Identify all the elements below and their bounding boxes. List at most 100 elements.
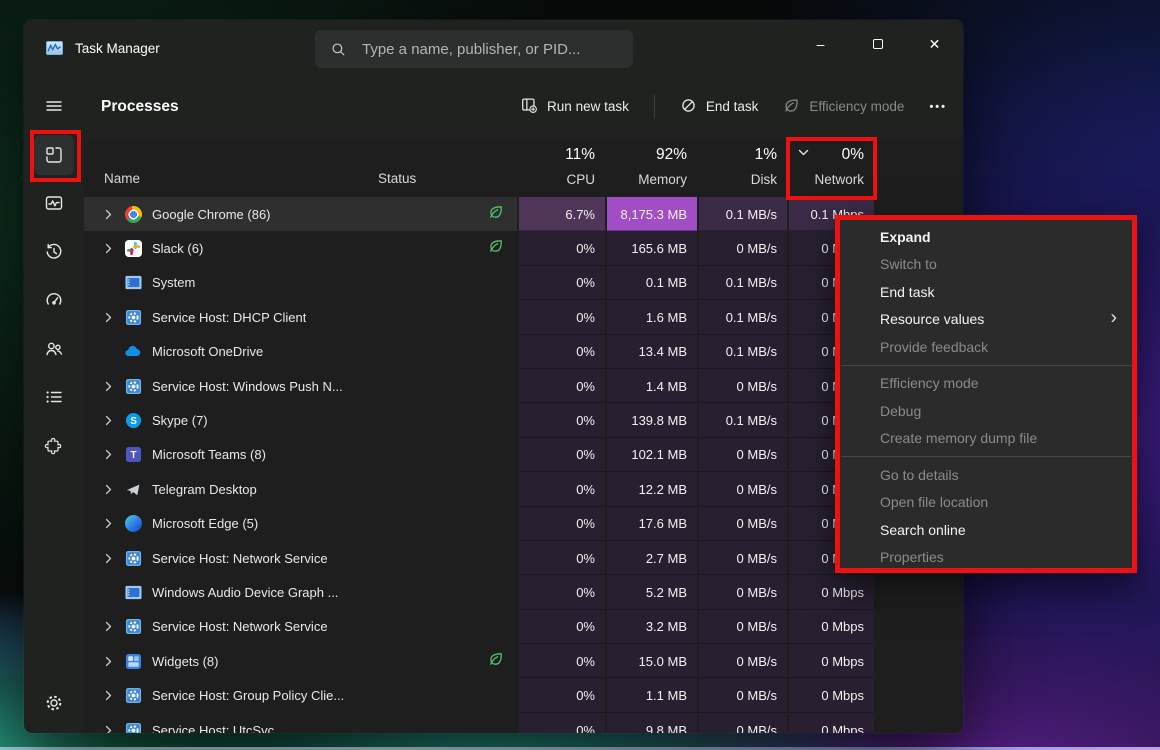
cpu-cell: 0%	[519, 575, 605, 609]
expand-chevron-icon[interactable]	[102, 621, 115, 632]
expand-chevron-icon[interactable]	[102, 381, 115, 392]
table-row[interactable]: TMicrosoft Teams (8)0%102.1 MB0 MB/s0 Mb…	[84, 438, 963, 472]
search-box[interactable]	[315, 30, 633, 68]
sidebar-item-performance[interactable]	[24, 179, 84, 228]
more-options-button[interactable]: •••	[929, 101, 947, 113]
expand-chevron-icon[interactable]	[102, 690, 115, 701]
sidebar-item-users[interactable]	[24, 325, 84, 374]
run-new-task-label: Run new task	[547, 99, 629, 114]
process-name-cell: Telegram Desktop	[84, 472, 370, 506]
close-button[interactable]: ✕	[906, 20, 963, 68]
sidebar-item-settings[interactable]	[24, 681, 84, 729]
disk-cell: 0 MB/s	[699, 610, 787, 644]
menu-separator	[841, 365, 1131, 366]
menu-item-end-task[interactable]: End task	[840, 278, 1132, 306]
cpu-cell: 0%	[519, 266, 605, 300]
memory-cell: 165.6 MB	[607, 231, 697, 265]
expand-chevron-icon[interactable]	[102, 449, 115, 460]
table-row[interactable]: Service Host: Network Service0%3.2 MB0 M…	[84, 610, 963, 644]
svchost-app-icon	[124, 377, 142, 395]
expand-chevron-icon[interactable]	[102, 209, 115, 220]
search-input[interactable]	[362, 41, 621, 58]
table-row[interactable]: SSkype (7)0%139.8 MB0.1 MB/s0 Mbps	[84, 403, 963, 437]
process-name-cell: Google Chrome (86)	[84, 197, 370, 231]
teams-app-icon: T	[124, 446, 142, 464]
menu-item-label: Expand	[880, 229, 931, 245]
maximize-button[interactable]	[849, 20, 906, 68]
table-row[interactable]: Google Chrome (86)6.7%8,175.3 MB0.1 MB/s…	[84, 197, 963, 231]
table-row[interactable]: Service Host: Windows Push N...0%1.4 MB0…	[84, 369, 963, 403]
expand-chevron-icon[interactable]	[102, 656, 115, 667]
menu-item-expand[interactable]: Expand	[840, 223, 1132, 251]
expand-chevron-icon[interactable]	[102, 484, 115, 495]
efficiency-leaf-icon	[488, 238, 504, 259]
window-title: Task Manager	[75, 20, 160, 76]
disk-cell: 0 MB/s	[699, 369, 787, 403]
table-row[interactable]: Telegram Desktop0%12.2 MB0 MB/s0 Mbps	[84, 472, 963, 506]
expand-chevron-icon[interactable]	[102, 553, 115, 564]
cpu-cell: 0%	[519, 713, 605, 733]
table-row[interactable]: Windows Audio Device Graph ...0%5.2 MB0 …	[84, 575, 963, 609]
table-row[interactable]: Service Host: DHCP Client0%1.6 MB0.1 MB/…	[84, 300, 963, 334]
table-row[interactable]: System0%0.1 MB0.1 MB/s0 Mbps	[84, 266, 963, 300]
expand-chevron-icon[interactable]	[102, 312, 115, 323]
run-new-task-button[interactable]: Run new task	[520, 96, 629, 117]
cpu-cell: 0%	[519, 541, 605, 575]
menu-item-label: Search online	[880, 522, 966, 538]
menu-item-go-to-details: Go to details	[840, 461, 1132, 489]
details-icon	[34, 377, 74, 417]
expand-chevron-icon[interactable]	[102, 518, 115, 529]
disk-cell: 0.1 MB/s	[699, 335, 787, 369]
table-row[interactable]: Microsoft OneDrive0%13.4 MB0.1 MB/s0 Mbp…	[84, 335, 963, 369]
minimize-button[interactable]: –	[792, 20, 849, 68]
sidebar-item-menu[interactable]	[24, 82, 84, 131]
disk-cell: 0 MB/s	[699, 678, 787, 712]
memory-cell: 13.4 MB	[607, 335, 697, 369]
table-row[interactable]: Slack (6)0%165.6 MB0 MB/s0 Mbps	[84, 231, 963, 265]
process-name: System	[152, 275, 195, 290]
toolbar-divider	[654, 95, 655, 119]
column-header-disk[interactable]: 1%Disk	[699, 137, 787, 197]
expand-chevron-icon[interactable]	[102, 415, 115, 426]
status-cell	[370, 335, 517, 369]
edge-app-icon	[124, 515, 142, 533]
menu-item-resource-values[interactable]: Resource values›	[840, 306, 1132, 334]
column-header-name[interactable]: Name	[84, 137, 370, 197]
disk-cell: 0.1 MB/s	[699, 403, 787, 437]
sidebar-item-startup-apps[interactable]	[24, 276, 84, 325]
process-name-cell: Windows Audio Device Graph ...	[84, 575, 370, 609]
column-header-cpu[interactable]: 11%CPU	[519, 137, 605, 197]
menu-item-search-online[interactable]: Search online	[840, 516, 1132, 544]
disk-column-label: Disk	[751, 172, 777, 187]
expand-chevron-icon[interactable]	[102, 725, 115, 733]
sidebar-item-details[interactable]	[24, 373, 84, 422]
expand-chevron-icon[interactable]	[102, 243, 115, 254]
column-header-status[interactable]: Status	[370, 137, 517, 197]
status-cell	[370, 231, 517, 265]
svchost-app-icon	[124, 549, 142, 567]
table-row[interactable]: Service Host: UtcSvc0%9.8 MB0 MB/s0 Mbps	[84, 713, 963, 733]
cpu-cell: 0%	[519, 335, 605, 369]
menu-item-efficiency-mode: Efficiency mode	[840, 370, 1132, 398]
svg-text:T: T	[130, 451, 136, 462]
table-row[interactable]: Widgets (8)0%15.0 MB0 MB/s0 Mbps	[84, 644, 963, 678]
end-task-button[interactable]: End task	[680, 97, 759, 117]
column-header-network[interactable]: 0%Network	[789, 137, 874, 197]
table-row[interactable]: Service Host: Network Service0%2.7 MB0 M…	[84, 541, 963, 575]
sidebar-item-processes[interactable]	[24, 131, 84, 180]
status-cell	[370, 369, 517, 403]
memory-cell: 17.6 MB	[607, 507, 697, 541]
process-name: Service Host: Group Policy Clie...	[152, 688, 344, 703]
maximize-icon	[873, 39, 883, 49]
end-task-icon	[680, 97, 697, 117]
column-header-memory[interactable]: 92%Memory	[607, 137, 697, 197]
table-row[interactable]: Service Host: Group Policy Clie...0%1.1 …	[84, 678, 963, 712]
menu-item-switch-to: Switch to	[840, 251, 1132, 279]
menu-separator	[841, 456, 1131, 457]
table-row[interactable]: Microsoft Edge (5)0%17.6 MB0 MB/s0 Mbps	[84, 507, 963, 541]
network-total-value: 0%	[842, 146, 864, 164]
process-name-cell: Widgets (8)	[84, 644, 370, 678]
sidebar-item-services[interactable]	[24, 422, 84, 471]
sidebar-item-app-history[interactable]	[24, 228, 84, 277]
memory-cell: 139.8 MB	[607, 403, 697, 437]
